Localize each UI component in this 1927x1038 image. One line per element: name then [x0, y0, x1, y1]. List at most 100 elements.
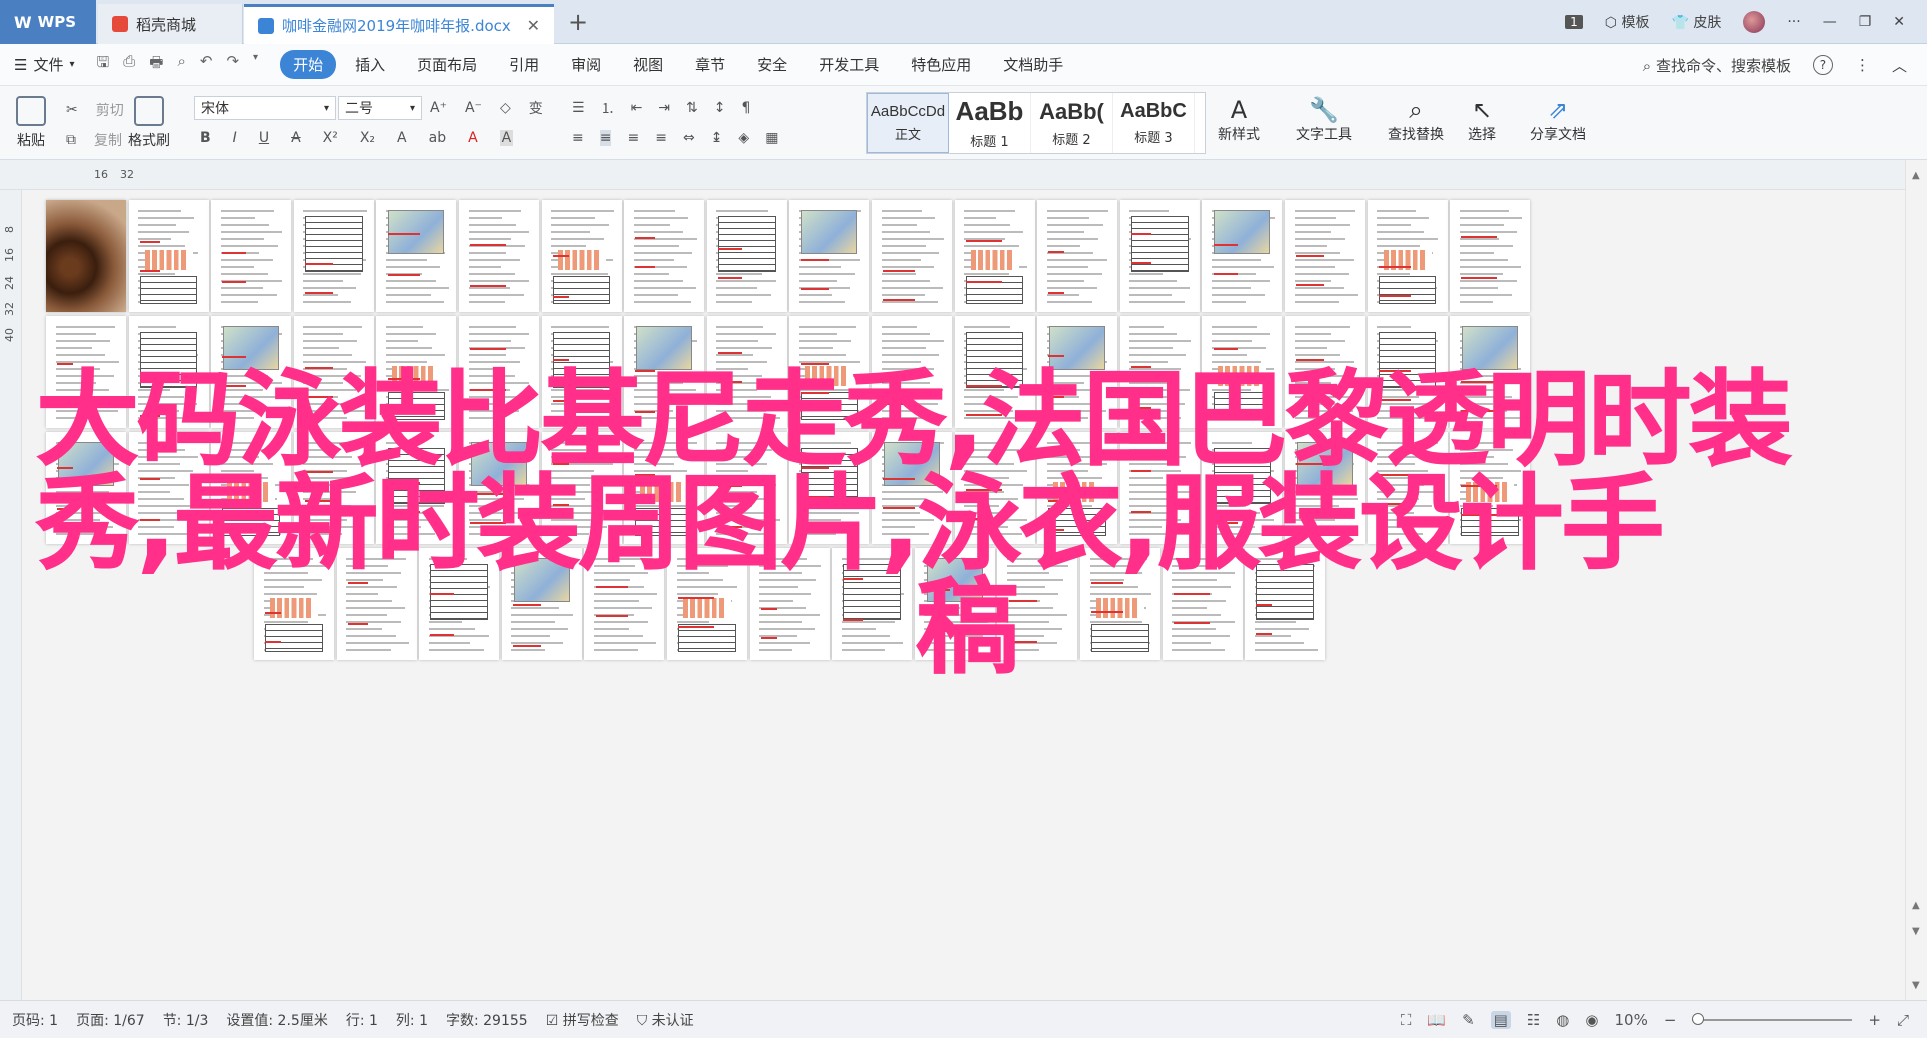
- phonetic-icon[interactable]: 变: [529, 98, 543, 118]
- text-tools-button[interactable]: 🔧 文字工具: [1296, 96, 1352, 144]
- page-thumbnail[interactable]: [459, 200, 539, 312]
- page-thumbnail[interactable]: [541, 316, 622, 428]
- align-left-icon[interactable]: ≡: [572, 130, 584, 146]
- page-thumbnail[interactable]: [997, 548, 1078, 660]
- spell-check-button[interactable]: ☑ 拼写检查: [546, 1010, 619, 1030]
- menu-section[interactable]: 章节: [682, 50, 738, 79]
- page-thumbnail[interactable]: [954, 432, 1035, 544]
- menu-security[interactable]: 安全: [744, 50, 800, 79]
- page-thumbnail[interactable]: [872, 432, 952, 544]
- outline-view-icon[interactable]: ☷: [1527, 1011, 1540, 1029]
- page-thumbnail[interactable]: [459, 316, 539, 428]
- status-page-number[interactable]: 页码: 1: [12, 1010, 58, 1030]
- page-thumbnail[interactable]: [1367, 316, 1448, 428]
- undo-icon[interactable]: ↶: [200, 52, 213, 77]
- shrink-font-icon[interactable]: A⁻: [465, 100, 482, 116]
- menu-review[interactable]: 审阅: [558, 50, 614, 79]
- underline-icon[interactable]: U: [259, 130, 269, 146]
- status-setting[interactable]: 设置值: 2.5厘米: [226, 1010, 327, 1030]
- menu-dev-tools[interactable]: 开发工具: [806, 50, 892, 79]
- save-icon[interactable]: 🖫: [97, 52, 110, 77]
- zoom-out-button[interactable]: −: [1664, 1011, 1677, 1029]
- skin-button[interactable]: 👕 皮肤: [1671, 12, 1721, 32]
- menu-special-apps[interactable]: 特色应用: [898, 50, 984, 79]
- page-thumbnail[interactable]: [211, 200, 292, 312]
- shading-icon[interactable]: ◈: [738, 130, 749, 146]
- print-preview-icon[interactable]: ⌕: [177, 52, 185, 77]
- qa-more-icon[interactable]: ▾: [253, 52, 258, 77]
- cut-button[interactable]: ✂ 剪切: [66, 100, 124, 120]
- menu-insert[interactable]: 插入: [342, 50, 398, 79]
- page-thumbnail[interactable]: [1202, 200, 1283, 312]
- subscript-icon[interactable]: X₂: [360, 130, 375, 146]
- export-pdf-icon[interactable]: ⎙: [123, 52, 135, 77]
- vertical-ruler[interactable]: 8 16 24 32 40: [0, 190, 22, 1000]
- page-thumbnail[interactable]: [1245, 548, 1326, 660]
- align-center-icon[interactable]: ≡: [599, 130, 612, 146]
- page-thumbnail[interactable]: [293, 432, 374, 544]
- page-thumbnail[interactable]: [1202, 316, 1283, 428]
- clear-format-icon[interactable]: ◇: [500, 100, 511, 116]
- page-thumbnail[interactable]: [1037, 316, 1118, 428]
- scroll-down-icon[interactable]: ▼: [1912, 980, 1920, 991]
- page-thumbnail[interactable]: [1202, 432, 1283, 544]
- page-thumbnail[interactable]: [1367, 432, 1448, 544]
- tab-docer-store[interactable]: 稻壳商城: [98, 4, 243, 44]
- new-tab-button[interactable]: +: [568, 8, 588, 36]
- page-thumbnail[interactable]: [501, 548, 582, 660]
- page-thumbnail[interactable]: [667, 548, 747, 660]
- page-thumbnail[interactable]: [832, 548, 913, 660]
- page-thumbnail[interactable]: [211, 432, 292, 544]
- text-effect-icon[interactable]: A: [397, 130, 407, 146]
- page-thumbnail[interactable]: [789, 432, 870, 544]
- zoom-in-button[interactable]: +: [1868, 1011, 1881, 1029]
- help-icon[interactable]: ?: [1812, 55, 1833, 75]
- menu-references[interactable]: 引用: [496, 50, 552, 79]
- scroll-page-up-icon[interactable]: ▲: [1912, 900, 1920, 911]
- horizontal-ruler[interactable]: 16 32: [0, 160, 1927, 190]
- font-name-select[interactable]: 宋体 ▾: [194, 96, 336, 120]
- page-thumbnail[interactable]: [624, 316, 705, 428]
- page-thumbnail[interactable]: [128, 432, 209, 544]
- copy-button[interactable]: ⧉ 复制: [66, 130, 122, 150]
- collapse-ribbon-icon[interactable]: ︿: [1892, 55, 1907, 76]
- page-thumbnail[interactable]: [1119, 316, 1200, 428]
- vertical-scrollbar[interactable]: ▲ ▲ ▼ ▼: [1905, 160, 1927, 1000]
- page-thumbnail[interactable]: [1162, 548, 1243, 660]
- page-thumbnail[interactable]: [789, 316, 870, 428]
- page-thumbnail[interactable]: [1285, 200, 1365, 312]
- status-section[interactable]: 节: 1/3: [163, 1010, 209, 1030]
- eye-protect-icon[interactable]: ◉: [1585, 1011, 1598, 1029]
- page-thumbnail[interactable]: [584, 548, 665, 660]
- page-thumbnail[interactable]: [46, 200, 126, 312]
- font-size-select[interactable]: 二号 ▾: [338, 96, 422, 120]
- page-thumbnail[interactable]: [376, 200, 457, 312]
- page-thumbnail[interactable]: [1450, 316, 1531, 428]
- page-thumbnail[interactable]: [706, 432, 787, 544]
- document-canvas[interactable]: [22, 190, 1905, 1000]
- page-thumbnail[interactable]: [211, 316, 292, 428]
- page-thumbnail[interactable]: [46, 432, 126, 544]
- format-painter-button[interactable]: 格式刷: [128, 96, 170, 150]
- fullscreen-icon[interactable]: ⛶: [1401, 1011, 1412, 1029]
- zoom-level[interactable]: 10%: [1614, 1011, 1647, 1029]
- page-thumbnail[interactable]: [1367, 200, 1448, 312]
- file-menu[interactable]: ☰ 文件 ▾: [14, 54, 75, 75]
- show-marks-icon[interactable]: ¶: [742, 100, 751, 116]
- page-thumbnail[interactable]: [1119, 200, 1200, 312]
- tab-document[interactable]: 咖啡金融网2019年咖啡年报.docx ✕: [244, 4, 554, 44]
- page-thumbnail[interactable]: [1037, 432, 1118, 544]
- print-icon[interactable]: 🖶: [149, 52, 163, 77]
- page-thumbnail[interactable]: [293, 200, 374, 312]
- close-window-icon[interactable]: ✕: [1893, 14, 1905, 30]
- close-tab-icon[interactable]: ✕: [527, 16, 540, 35]
- user-avatar[interactable]: [1743, 11, 1766, 33]
- align-right-icon[interactable]: ≡: [627, 130, 639, 146]
- minimize-icon[interactable]: —: [1823, 14, 1837, 30]
- page-thumbnail[interactable]: [541, 432, 622, 544]
- bullet-list-icon[interactable]: ☰: [572, 100, 585, 116]
- page-thumbnail[interactable]: [706, 200, 787, 312]
- superscript-icon[interactable]: X²: [323, 130, 338, 146]
- page-thumbnail[interactable]: [459, 432, 539, 544]
- menu-doc-assistant[interactable]: 文档助手: [990, 50, 1076, 79]
